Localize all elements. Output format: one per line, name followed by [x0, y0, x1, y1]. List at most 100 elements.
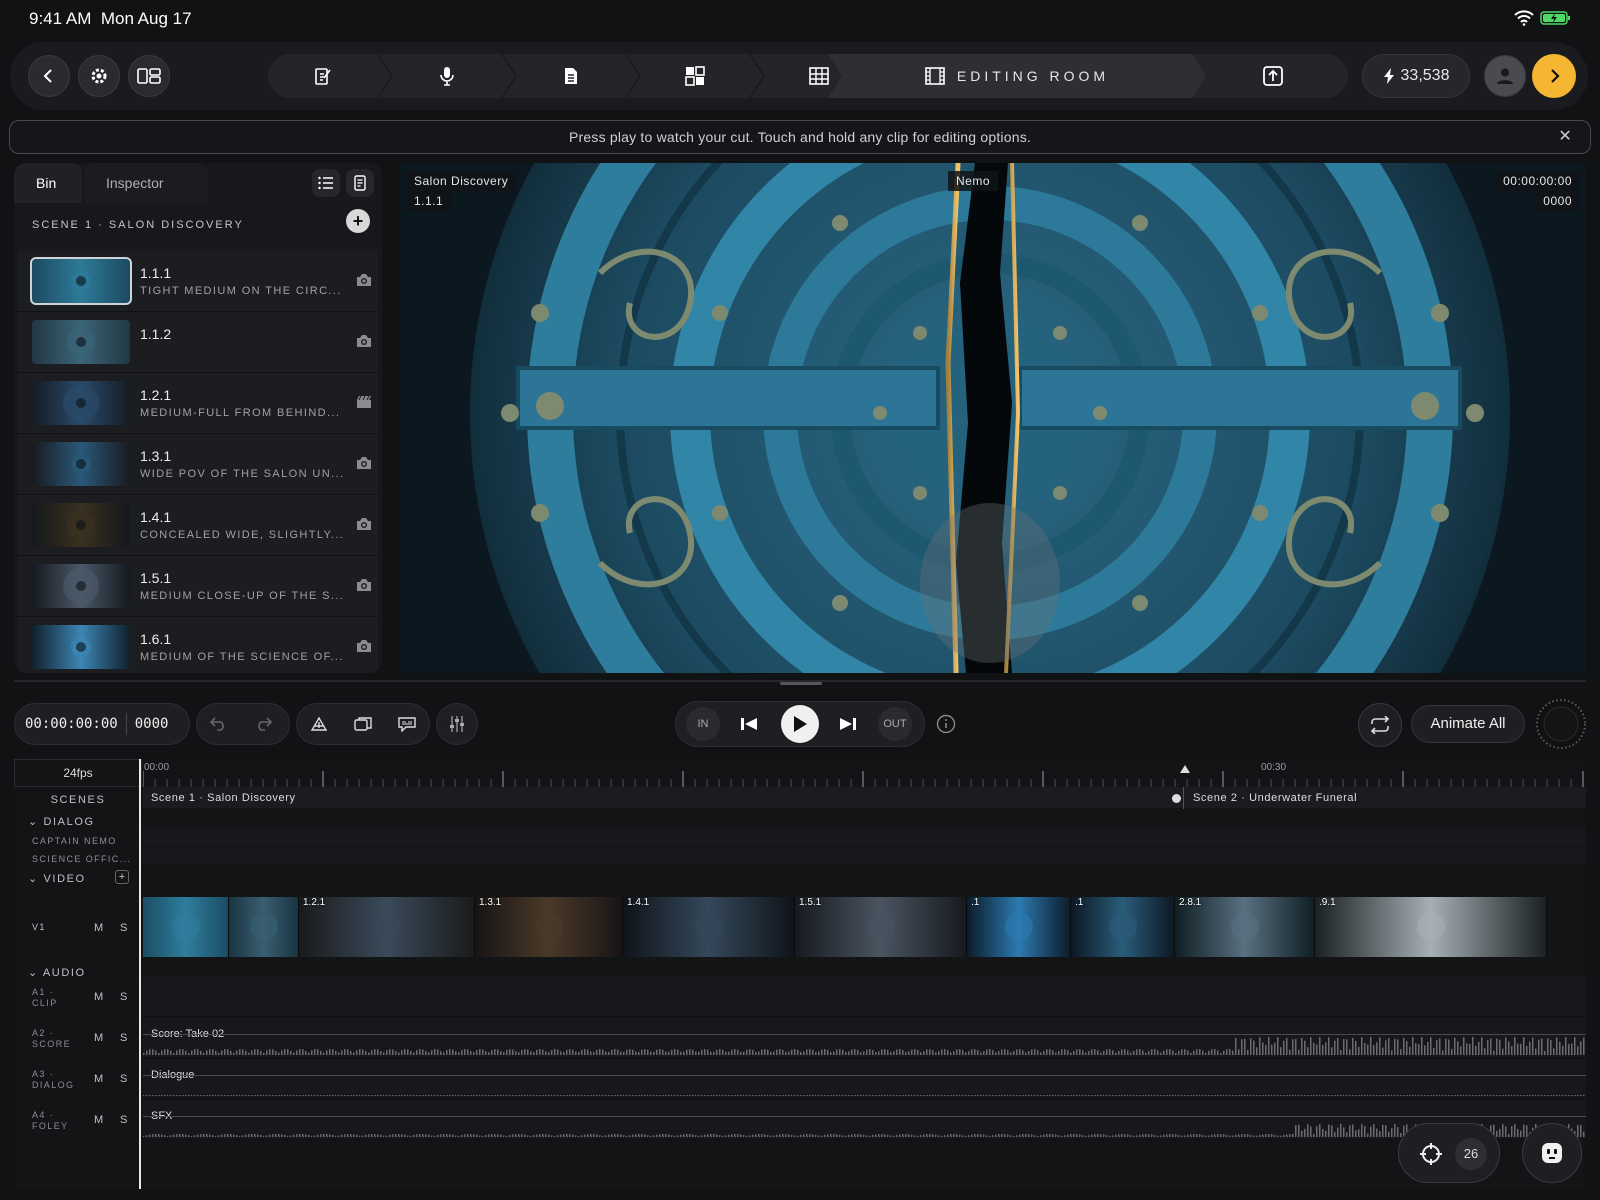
- subtitle-icon: [398, 717, 416, 732]
- play-button[interactable]: [781, 705, 819, 743]
- v1-clip-strip[interactable]: 1.2.1 1.3.1 1.4.1 1.5.1 .1 .1 2.8.1 .9.1: [143, 897, 1586, 957]
- v1-solo-button[interactable]: S: [120, 922, 127, 934]
- mixer-button[interactable]: [436, 703, 478, 745]
- loop-button[interactable]: [1358, 703, 1402, 747]
- video-clip[interactable]: .1: [1071, 897, 1175, 957]
- shot-item[interactable]: 1.4.1 CONCEALED WIDE, SLIGHTLY...: [18, 495, 378, 556]
- step-editing-room[interactable]: EDITING ROOM: [828, 54, 1206, 98]
- dialog-section-label[interactable]: ⌄ DIALOG: [14, 815, 142, 828]
- mark-in-button[interactable]: IN: [686, 707, 720, 741]
- playhead[interactable]: [139, 759, 141, 1189]
- video-clip[interactable]: 1.5.1: [795, 897, 967, 957]
- video-viewer[interactable]: Salon Discovery 1.1.1 Nemo 00:00:00:00 0…: [400, 163, 1586, 673]
- hint-text: Press play to watch your cut. Touch and …: [568, 129, 1032, 145]
- video-clip[interactable]: 1.4.1: [623, 897, 795, 957]
- audio-lane[interactable]: Score: Take 02: [143, 1018, 1586, 1058]
- camera-icon[interactable]: [356, 639, 372, 653]
- scene-2-label[interactable]: Scene 2 · Underwater Funeral: [1193, 792, 1357, 804]
- mark-out-button[interactable]: OUT: [878, 707, 912, 741]
- audio-section-label[interactable]: ⌄ AUDIO: [14, 966, 142, 979]
- credits-badge[interactable]: 33,538: [1362, 54, 1470, 98]
- resize-handle[interactable]: [780, 682, 822, 685]
- step-export[interactable]: [1218, 54, 1328, 98]
- assistant-button[interactable]: [1522, 1123, 1582, 1183]
- audio-solo-button[interactable]: S: [120, 1073, 127, 1085]
- back-button[interactable]: [28, 55, 70, 97]
- camera-icon[interactable]: [356, 456, 372, 470]
- battery-icon: [1540, 11, 1570, 25]
- audio-solo-button[interactable]: S: [120, 991, 127, 1003]
- clip-label: .1: [1075, 897, 1084, 908]
- scene-marker[interactable]: [1172, 794, 1181, 803]
- step-document[interactable]: [516, 54, 626, 98]
- subtitle-button[interactable]: [385, 703, 429, 745]
- audio-track-label: A4 · FOLEY: [32, 1110, 69, 1131]
- video-clip[interactable]: 2.8.1: [1175, 897, 1315, 957]
- chevron-right-icon: [1551, 69, 1560, 83]
- next-clip-button[interactable]: [831, 707, 865, 741]
- dialog-lane-nemo: [143, 829, 1586, 847]
- step-script[interactable]: [268, 54, 378, 98]
- redo-button[interactable]: [241, 703, 285, 745]
- camera-icon[interactable]: [356, 273, 372, 287]
- settings-button[interactable]: [78, 55, 120, 97]
- audio-mute-button[interactable]: M: [94, 1073, 103, 1085]
- film-icon: [925, 67, 945, 85]
- info-icon[interactable]: [936, 714, 956, 734]
- audio-mute-button[interactable]: M: [94, 1032, 103, 1044]
- previous-button[interactable]: [732, 707, 766, 741]
- step-storyboard[interactable]: [640, 54, 750, 98]
- jog-dial[interactable]: [1535, 698, 1587, 750]
- shot-item[interactable]: 1.2.1 MEDIUM-FULL FROM BEHIND...: [18, 373, 378, 434]
- trim-button[interactable]: [297, 703, 341, 745]
- viewer-frame-image: [400, 163, 1586, 673]
- shot-number: 1.3.1: [140, 448, 172, 464]
- video-clip[interactable]: .1: [967, 897, 1071, 957]
- audio-lane[interactable]: [143, 977, 1586, 1017]
- audio-mute-button[interactable]: M: [94, 991, 103, 1003]
- chevron-down-icon: ⌄: [28, 873, 44, 885]
- time-ruler[interactable]: 00:00 00:30: [143, 759, 1586, 787]
- shot-thumbnail: [30, 257, 132, 305]
- video-clip[interactable]: 1.3.1: [475, 897, 623, 957]
- add-video-track-button[interactable]: +: [115, 870, 129, 884]
- viewer-character-tag: Nemo: [948, 171, 999, 191]
- audio-solo-button[interactable]: S: [120, 1114, 127, 1126]
- video-clip[interactable]: .9.1: [1315, 897, 1547, 957]
- shot-item[interactable]: 1.1.1 TIGHT MEDIUM ON THE CIRC...: [18, 251, 378, 312]
- audio-lane[interactable]: SFX: [143, 1100, 1586, 1140]
- shot-item[interactable]: 1.5.1 MEDIUM CLOSE-UP OF THE S...: [18, 556, 378, 617]
- video-clip[interactable]: [143, 897, 231, 957]
- profile-button[interactable]: [1484, 55, 1526, 97]
- audio-mute-button[interactable]: M: [94, 1114, 103, 1126]
- camera-icon[interactable]: [356, 578, 372, 592]
- camera-icon[interactable]: [356, 334, 372, 348]
- layout-button[interactable]: [128, 55, 170, 97]
- v1-mute-button[interactable]: M: [94, 922, 103, 934]
- viewer-timecode: 00:00:00:00: [1495, 171, 1580, 191]
- video-clip[interactable]: 1.2.1: [299, 897, 475, 957]
- tab-inspector[interactable]: Inspector: [84, 163, 208, 203]
- audio-lane[interactable]: Dialogue: [143, 1059, 1586, 1099]
- audio-solo-button[interactable]: S: [120, 1032, 127, 1044]
- shot-item[interactable]: 1.1.2: [18, 312, 378, 373]
- target-pill[interactable]: 26: [1398, 1123, 1500, 1183]
- shot-item[interactable]: 1.3.1 WIDE POV OF THE SALON UN...: [18, 434, 378, 495]
- scene-1-label[interactable]: Scene 1 · Salon Discovery: [151, 792, 296, 804]
- duplicate-button[interactable]: [341, 703, 385, 745]
- next-button[interactable]: [1532, 54, 1576, 98]
- add-shot-button[interactable]: +: [346, 209, 370, 233]
- camera-icon[interactable]: [356, 517, 372, 531]
- clapperboard-icon[interactable]: [356, 395, 372, 409]
- shot-item[interactable]: 1.6.1 MEDIUM OF THE SCIENCE OF...: [18, 617, 378, 673]
- undo-button[interactable]: [197, 703, 241, 745]
- list-view-button[interactable]: [312, 169, 340, 197]
- notes-button[interactable]: [346, 169, 374, 197]
- step-audio[interactable]: [392, 54, 502, 98]
- close-icon[interactable]: ✕: [1558, 121, 1572, 153]
- animate-all-button[interactable]: Animate All: [1411, 705, 1525, 743]
- video-clip[interactable]: [229, 897, 299, 957]
- tab-bin[interactable]: Bin: [14, 163, 82, 203]
- lightning-icon: [1383, 68, 1394, 84]
- undo-redo-group: [196, 703, 290, 745]
